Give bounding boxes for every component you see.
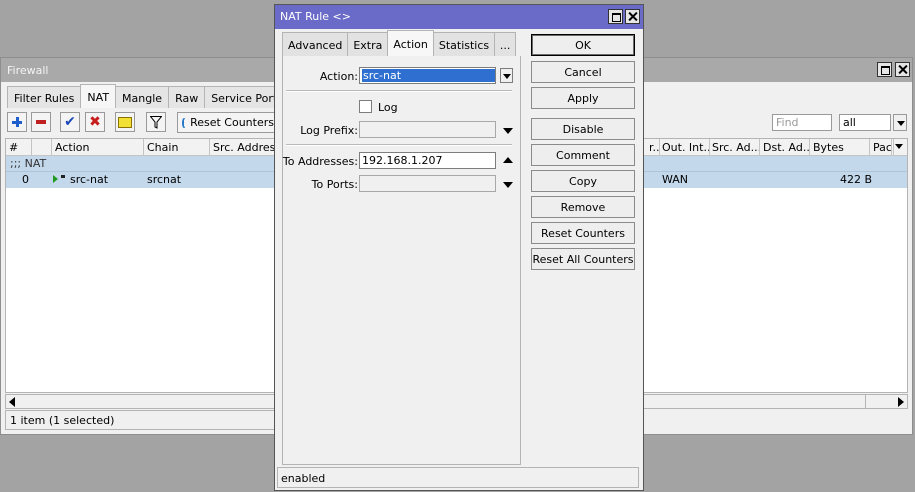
reset-all-counters-button[interactable]: Reset All Counters <box>531 248 635 270</box>
dialog-tabs: Advanced Extra Action Statistics ... <box>282 30 517 56</box>
tab-advanced[interactable]: Advanced <box>282 32 349 56</box>
col-in-interface[interactable]: r... <box>646 139 660 156</box>
col-chain[interactable]: Chain <box>144 139 210 156</box>
log-checkbox[interactable] <box>359 100 372 113</box>
reset-counters-button[interactable]: Reset Counters <box>531 222 635 244</box>
dialog-status: enabled <box>277 467 639 488</box>
disable-icon[interactable]: ✖ <box>85 112 105 132</box>
scroll-left-icon[interactable] <box>9 397 15 407</box>
chevron-down-icon[interactable] <box>893 114 907 131</box>
to-ports-row: To Ports: <box>283 175 520 193</box>
maximize-icon[interactable] <box>608 9 623 24</box>
log-prefix-row: Log Prefix: <box>283 121 520 139</box>
to-addresses-collapse-icon[interactable] <box>503 157 513 163</box>
cancel-button[interactable]: Cancel <box>531 61 635 83</box>
tab-action[interactable]: Action <box>387 30 434 56</box>
action-label: Action: <box>319 70 358 83</box>
log-prefix-expand-icon[interactable] <box>503 128 513 134</box>
disable-button[interactable]: Disable <box>531 118 635 140</box>
dialog-titlebar[interactable]: NAT Rule <> <box>275 5 643 29</box>
columns-dropdown-icon[interactable] <box>891 139 907 156</box>
ok-button[interactable]: OK <box>531 34 635 56</box>
rule-bytes: 422 B <box>840 173 873 186</box>
close-icon[interactable] <box>625 9 640 24</box>
tab-more[interactable]: ... <box>494 32 517 56</box>
find-input[interactable]: Find <box>772 114 832 131</box>
to-ports-input[interactable] <box>359 175 496 192</box>
reset-counters-button[interactable]: Reset Counters <box>177 112 275 133</box>
col-flags[interactable] <box>32 139 52 156</box>
divider <box>286 144 512 146</box>
tab-filter-rules[interactable]: Filter Rules <box>7 86 82 108</box>
comment-button[interactable]: Comment <box>531 144 635 166</box>
col-dst-address-list[interactable]: Dst. Ad... <box>760 139 810 156</box>
enable-icon[interactable]: ✔ <box>60 112 80 132</box>
col-action[interactable]: Action <box>52 139 144 156</box>
scroll-thumb[interactable] <box>865 395 889 408</box>
to-addresses-row: To Addresses: 192.168.1.207 <box>283 152 520 170</box>
rule-number: 0 <box>22 173 29 186</box>
reset-icon <box>182 117 187 128</box>
col-src-address[interactable]: Src. Address <box>210 139 280 156</box>
to-ports-label: To Ports: <box>311 178 358 191</box>
tab-extra[interactable]: Extra <box>347 32 389 56</box>
scroll-right-icon[interactable] <box>898 397 904 407</box>
action-dropdown-icon[interactable] <box>500 68 513 83</box>
rule-action: src-nat <box>70 173 109 186</box>
filter-icon[interactable] <box>146 112 166 132</box>
dialog-title: NAT Rule <> <box>280 10 351 23</box>
tab-nat[interactable]: NAT <box>80 84 117 108</box>
rule-chain: srcnat <box>147 173 182 186</box>
filter-select[interactable]: all <box>839 114 891 131</box>
add-icon[interactable] <box>7 112 27 132</box>
action-select[interactable]: src-nat <box>359 67 496 84</box>
col-bytes[interactable]: Bytes <box>810 139 870 156</box>
reset-counters-label: Reset Counters <box>190 116 274 129</box>
action-arrow-icon <box>53 175 58 183</box>
divider <box>286 90 512 92</box>
tab-mangle[interactable]: Mangle <box>115 86 170 108</box>
comment-icon[interactable] <box>115 112 135 132</box>
close-icon[interactable] <box>895 62 910 77</box>
action-tab-panel: Action: src-nat Log Log Prefix: To Addre… <box>282 56 521 465</box>
log-prefix-label: Log Prefix: <box>300 124 358 137</box>
col-src-address-list[interactable]: Src. Ad... <box>709 139 760 156</box>
apply-button[interactable]: Apply <box>531 87 635 109</box>
action-row: Action: src-nat <box>283 67 520 85</box>
log-row: Log <box>283 98 520 116</box>
to-addresses-label: To Addresses: <box>282 155 358 168</box>
log-label: Log <box>378 101 398 114</box>
col-out-interface[interactable]: Out. Int... <box>659 139 710 156</box>
copy-button[interactable]: Copy <box>531 170 635 192</box>
remove-button[interactable]: Remove <box>531 196 635 218</box>
to-ports-expand-icon[interactable] <box>503 182 513 188</box>
tab-raw[interactable]: Raw <box>168 86 206 108</box>
nat-rule-dialog: NAT Rule <> Advanced Extra Action Statis… <box>274 4 644 491</box>
remove-icon[interactable] <box>31 112 51 132</box>
to-addresses-input[interactable]: 192.168.1.207 <box>359 152 496 169</box>
log-prefix-input[interactable] <box>359 121 496 138</box>
action-flag-icon <box>61 175 65 178</box>
col-num[interactable]: # <box>6 139 32 156</box>
firewall-tabs: Filter Rules NAT Mangle Raw Service Port… <box>7 84 290 108</box>
tab-statistics[interactable]: Statistics <box>432 32 496 56</box>
maximize-icon[interactable] <box>877 62 892 77</box>
firewall-title: Firewall <box>7 64 49 77</box>
rule-comment: ;;; NAT <box>10 157 47 170</box>
firewall-status: 1 item (1 selected) <box>5 410 275 430</box>
rule-out-interface: WAN <box>662 173 689 186</box>
